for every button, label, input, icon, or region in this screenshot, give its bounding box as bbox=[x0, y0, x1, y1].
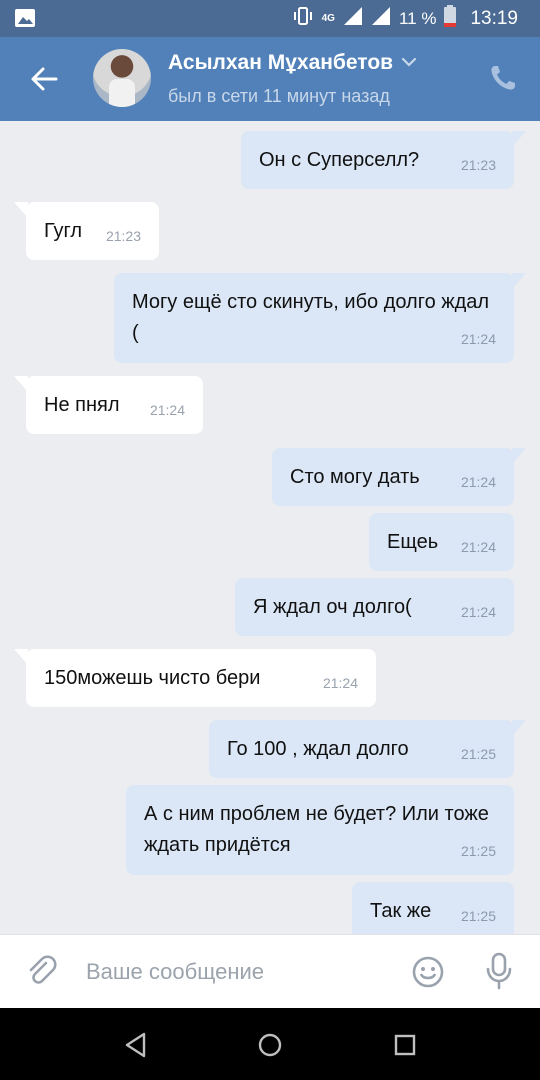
system-nav-bar bbox=[0, 1008, 540, 1080]
nav-recents-icon[interactable] bbox=[390, 1030, 420, 1060]
chevron-down-icon bbox=[401, 54, 417, 72]
message-time: 21:24 bbox=[322, 675, 358, 691]
nav-home-icon[interactable] bbox=[255, 1030, 285, 1060]
message-time: 21:24 bbox=[460, 474, 496, 490]
message-incoming[interactable]: Гугл 21:23 bbox=[14, 202, 159, 260]
back-arrow-icon[interactable] bbox=[28, 63, 60, 95]
message-time: 21:24 bbox=[460, 539, 496, 555]
message-outgoing[interactable]: Ещеь 21:24 bbox=[369, 513, 514, 571]
message-time: 21:23 bbox=[460, 157, 496, 173]
paperclip-icon[interactable] bbox=[24, 954, 58, 988]
contact-name-row[interactable]: Асылхан Мұханбетов bbox=[168, 51, 417, 75]
message-text: Сто могу дать bbox=[290, 466, 420, 488]
message-incoming[interactable]: Не пнял 21:24 bbox=[14, 376, 203, 434]
message-outgoing[interactable]: Сто могу дать 21:24 bbox=[272, 448, 526, 506]
composer bbox=[0, 934, 540, 1009]
message-outgoing[interactable]: Го 100 , ждал долго 21:25 bbox=[209, 720, 526, 778]
message-outgoing[interactable]: Так же 21:25 bbox=[352, 882, 514, 934]
message-text: Я ждал оч долго( bbox=[253, 596, 412, 618]
message-time: 21:24 bbox=[460, 604, 496, 620]
image-icon bbox=[14, 8, 36, 33]
vibrate-icon bbox=[292, 5, 314, 32]
chat-header: Асылхан Мұханбетов был в сети 11 минут н… bbox=[0, 37, 540, 121]
message-time: 21:25 bbox=[460, 746, 496, 762]
message-time: 21:24 bbox=[149, 402, 185, 418]
microphone-icon[interactable] bbox=[484, 951, 514, 991]
message-outgoing[interactable]: А с ним проблем не будет? Или тоже ждать… bbox=[126, 785, 514, 875]
last-seen-status: был в сети 11 минут назад bbox=[168, 86, 390, 106]
nav-back-icon[interactable] bbox=[121, 1030, 151, 1060]
message-outgoing[interactable]: Я ждал оч долго( 21:24 bbox=[235, 578, 514, 636]
message-outgoing[interactable]: Он с Суперселл? 21:23 bbox=[241, 131, 526, 189]
message-text: Он с Суперселл? bbox=[259, 149, 420, 171]
phone-icon[interactable] bbox=[488, 63, 520, 95]
message-text: 150можешь чисто бери bbox=[44, 667, 261, 689]
message-text: Гугл bbox=[44, 220, 83, 242]
message-text: Так же bbox=[370, 900, 432, 922]
message-text: А с ним проблем не будет? Или тоже ждать… bbox=[144, 803, 489, 856]
message-incoming[interactable]: 150можешь чисто бери 21:24 bbox=[14, 649, 376, 707]
message-text: Могу ещё сто скинуть, ибо долго ждал ( bbox=[132, 291, 490, 344]
status-bar: 4G 11 % 13:19 bbox=[0, 0, 540, 37]
battery-percent: 11 % bbox=[398, 8, 437, 28]
message-time: 21:25 bbox=[460, 908, 496, 924]
message-list[interactable]: Он с Суперселл? 21:23 Гугл 21:23 Могу ещё … bbox=[0, 121, 540, 934]
battery-icon bbox=[444, 5, 457, 32]
message-time: 21:23 bbox=[105, 228, 141, 244]
message-text: Не пнял bbox=[44, 394, 120, 416]
network-type: 4G bbox=[321, 13, 335, 24]
message-input[interactable] bbox=[84, 951, 388, 993]
signal-icon-2 bbox=[371, 6, 391, 31]
avatar[interactable] bbox=[93, 49, 151, 107]
message-text: Ещеь bbox=[387, 531, 439, 553]
emoji-icon[interactable] bbox=[411, 955, 445, 989]
message-text: Го 100 , ждал долго bbox=[227, 738, 409, 760]
contact-name: Асылхан Мұханбетов bbox=[168, 51, 394, 74]
signal-icon bbox=[343, 6, 363, 31]
clock: 13:19 bbox=[470, 7, 518, 29]
message-time: 21:25 bbox=[460, 843, 496, 859]
message-time: 21:24 bbox=[460, 331, 496, 347]
message-outgoing[interactable]: Могу ещё сто скинуть, ибо долго ждал (21… bbox=[114, 273, 526, 363]
